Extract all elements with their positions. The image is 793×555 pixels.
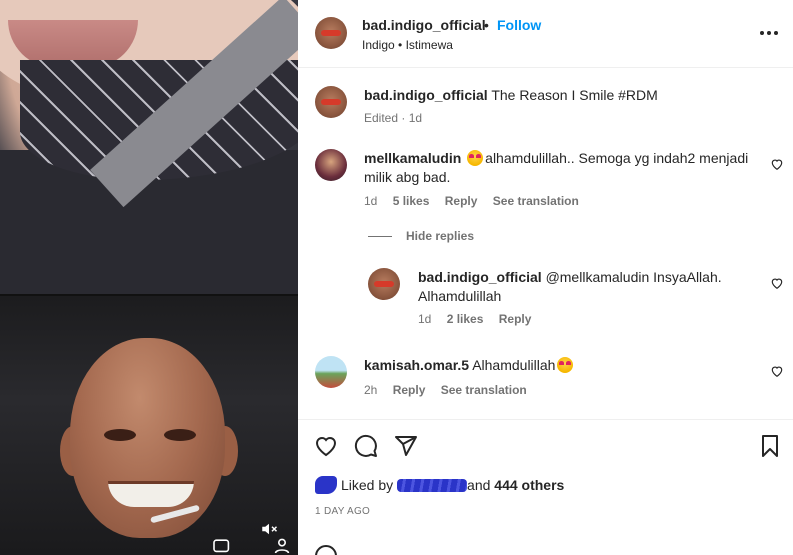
see-translation-button[interactable]: See translation — [441, 383, 527, 397]
post-media[interactable] — [0, 0, 298, 555]
heart-icon[interactable] — [770, 364, 784, 378]
comment-author[interactable]: kamisah.omar.5 — [364, 357, 469, 373]
comment-icon[interactable] — [354, 434, 378, 458]
comment-text: Alhamdulillah — [472, 357, 556, 373]
reply-time: 1d — [418, 312, 432, 326]
heart-icon[interactable] — [314, 434, 338, 458]
heart-eyes-emoji — [467, 150, 484, 166]
liked-and: and — [467, 477, 491, 493]
liked-by-line: Liked by and 444 others — [315, 476, 564, 494]
media-top-video — [0, 0, 298, 294]
author-username[interactable]: bad.indigo_official — [362, 17, 486, 33]
eyes — [104, 429, 196, 441]
avatar[interactable] — [315, 17, 347, 49]
smile — [108, 481, 194, 507]
liker-avatar[interactable] — [315, 476, 337, 494]
reply-author[interactable]: bad.indigo_official — [418, 269, 542, 285]
heart-icon[interactable] — [770, 157, 784, 171]
reply-button[interactable]: Reply — [445, 194, 478, 208]
media-frame-icon[interactable] — [212, 537, 232, 553]
reply-button[interactable]: Reply — [499, 312, 532, 326]
mute-icon[interactable] — [260, 520, 278, 538]
redacted-username — [397, 479, 468, 492]
avatar[interactable] — [315, 86, 347, 118]
share-icon[interactable] — [394, 434, 418, 458]
avatar[interactable] — [368, 268, 400, 300]
liked-by-label: Liked by — [341, 477, 394, 493]
post-header: bad.indigo_official • Follow Indigo • Is… — [298, 0, 793, 68]
comment-time: 2h — [364, 383, 378, 397]
caption-text: The Reason I Smile #RDM — [491, 87, 658, 103]
caption-author[interactable]: bad.indigo_official — [364, 87, 488, 103]
comment-likes[interactable]: 5 likes — [393, 194, 430, 208]
avatar[interactable] — [315, 356, 347, 388]
reply-likes[interactable]: 2 likes — [447, 312, 484, 326]
heart-eyes-emoji — [557, 357, 574, 373]
likes-count[interactable]: 444 others — [494, 477, 564, 493]
comment-time: 1d — [364, 194, 378, 208]
heart-icon[interactable] — [770, 276, 784, 290]
hide-replies-button[interactable]: Hide replies — [368, 229, 486, 243]
reply-button[interactable]: Reply — [393, 383, 426, 397]
follow-button[interactable]: Follow — [497, 17, 541, 33]
comment-author[interactable]: mellkamaludin — [364, 150, 461, 166]
separator-dot: • — [484, 17, 489, 33]
post-date[interactable]: 1 DAY AGO — [315, 506, 370, 517]
tagged-users-icon[interactable] — [272, 537, 292, 553]
media-bottom-video — [0, 296, 298, 555]
see-translation-button[interactable]: See translation — [493, 194, 579, 208]
caption-meta: Edited · 1d — [364, 111, 423, 125]
post-panel: bad.indigo_official • Follow Indigo • Is… — [298, 0, 793, 555]
bookmark-icon[interactable] — [758, 434, 782, 458]
post-subtitle[interactable]: Indigo • Istimewa — [362, 38, 453, 52]
more-icon[interactable] — [758, 24, 780, 42]
avatar[interactable] — [315, 149, 347, 181]
divider-line — [368, 236, 392, 238]
